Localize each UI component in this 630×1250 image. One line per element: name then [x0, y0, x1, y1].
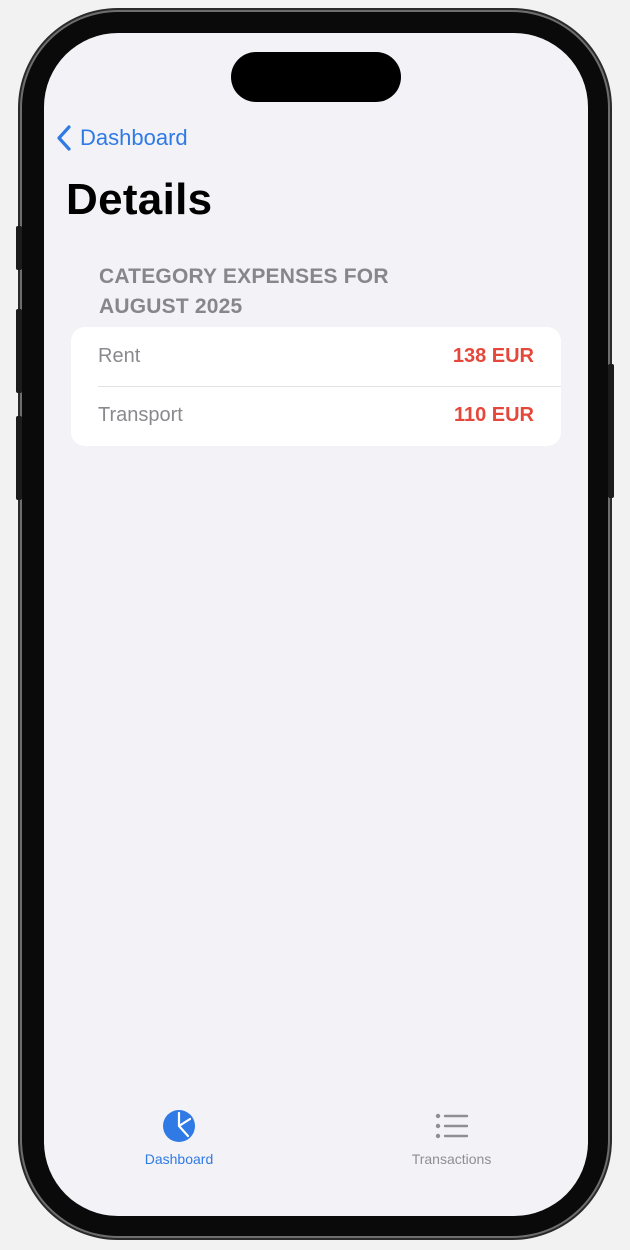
tab-label: Transactions: [411, 1151, 492, 1167]
page-title: Details: [66, 175, 213, 224]
pie-chart-icon: [162, 1108, 196, 1144]
tab-dashboard[interactable]: Dashboard: [134, 1108, 224, 1167]
category-amount: 110 EUR: [453, 404, 534, 426]
dynamic-island: [231, 52, 401, 102]
category-label: Rent: [98, 345, 141, 367]
list-item-transport[interactable]: Transport 110 EUR: [71, 386, 561, 445]
tab-bar: Dashboard Transactions: [44, 1108, 588, 1178]
volume-up-button: [16, 309, 22, 393]
section-header: CATEGORY EXPENSES FOR AUGUST 2025: [99, 265, 389, 318]
category-amount: 138 EUR: [452, 345, 534, 367]
back-button[interactable]: Dashboard: [56, 124, 188, 152]
chevron-left-icon: [56, 124, 72, 152]
app-screen: Dashboard Details CATEGORY EXPENSES FOR …: [44, 33, 588, 1216]
list-icon: [435, 1108, 469, 1144]
expenses-list: Rent 138 EUR Transport 110 EUR: [71, 327, 561, 446]
power-button: [608, 364, 614, 498]
mute-switch: [16, 226, 22, 270]
category-label: Transport: [98, 404, 183, 426]
list-item-rent[interactable]: Rent 138 EUR: [71, 327, 561, 386]
tab-transactions[interactable]: Transactions: [399, 1108, 504, 1167]
back-button-label: Dashboard: [80, 125, 188, 150]
volume-down-button: [16, 416, 22, 500]
tab-label: Dashboard: [144, 1151, 214, 1167]
